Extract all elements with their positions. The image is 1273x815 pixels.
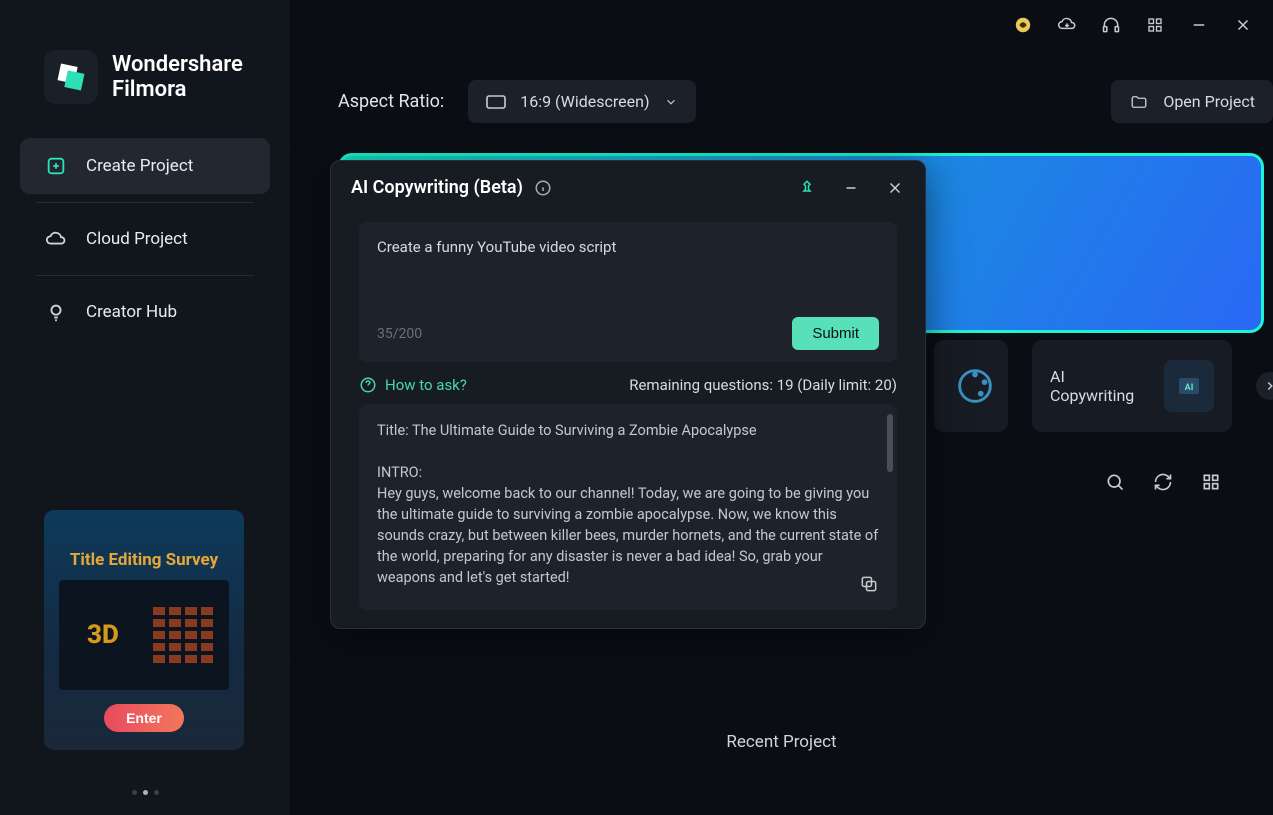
pin-icon[interactable] bbox=[797, 178, 817, 198]
result-box: Title: The Ultimate Guide to Surviving a… bbox=[359, 404, 897, 610]
scrollbar[interactable] bbox=[887, 414, 893, 472]
survey-thumb-grid bbox=[153, 607, 213, 663]
recent-project-label: Recent Project bbox=[290, 732, 1273, 752]
feature-card-ai-copywriting[interactable]: AI Copywriting AI bbox=[1032, 340, 1232, 432]
aspect-ratio-value: 16:9 (Widescreen) bbox=[520, 92, 649, 111]
sidebar-item-cloud-project[interactable]: Cloud Project bbox=[20, 211, 270, 267]
divider bbox=[36, 202, 254, 203]
copy-icon[interactable] bbox=[859, 574, 881, 596]
aspect-ratio-select[interactable]: 16:9 (Widescreen) bbox=[468, 80, 695, 123]
divider bbox=[36, 275, 254, 276]
close-icon[interactable] bbox=[1233, 15, 1253, 35]
chevron-right-icon bbox=[1263, 379, 1273, 393]
title-bar bbox=[290, 0, 1273, 50]
filmora-logo-icon bbox=[44, 50, 98, 104]
sidebar: Wondershare Filmora Create Project Cloud… bbox=[0, 0, 290, 815]
open-project-label: Open Project bbox=[1163, 92, 1255, 111]
sidebar-item-label: Cloud Project bbox=[86, 229, 188, 249]
headset-icon[interactable] bbox=[1101, 15, 1121, 35]
help-row: How to ask? Remaining questions: 19 (Dai… bbox=[359, 376, 897, 394]
open-project-button[interactable]: Open Project bbox=[1111, 80, 1273, 123]
survey-preview: 3D bbox=[59, 580, 229, 690]
grid-view-icon[interactable] bbox=[1201, 472, 1221, 496]
cloud-icon bbox=[44, 227, 68, 251]
svg-text:AI: AI bbox=[1185, 383, 1194, 393]
search-icon[interactable] bbox=[1105, 472, 1125, 496]
top-row: Aspect Ratio: 16:9 (Widescreen) Open Pro… bbox=[338, 80, 1273, 123]
app-name-1: Wondershare bbox=[112, 52, 243, 77]
question-circle-icon bbox=[359, 376, 377, 394]
sidebar-item-label: Creator Hub bbox=[86, 302, 177, 322]
refresh-icon[interactable] bbox=[1153, 472, 1173, 496]
prompt-box: Create a funny YouTube video script 35/2… bbox=[359, 222, 897, 362]
widescreen-icon bbox=[486, 95, 506, 109]
dialog-close-icon[interactable] bbox=[885, 178, 905, 198]
result-text[interactable]: Title: The Ultimate Guide to Surviving a… bbox=[377, 420, 879, 610]
survey-3d-badge: 3D bbox=[87, 620, 119, 650]
coin-icon[interactable] bbox=[1013, 15, 1033, 35]
prompt-input[interactable]: Create a funny YouTube video script bbox=[377, 238, 879, 283]
feature-label: AI Copywriting bbox=[1050, 367, 1150, 405]
bulb-icon bbox=[44, 300, 68, 324]
remaining-questions: Remaining questions: 19 (Daily limit: 20… bbox=[629, 376, 897, 394]
survey-card[interactable]: Title Editing Survey 3D Enter bbox=[44, 510, 244, 750]
ai-copywriting-dialog: AI Copywriting (Beta) Create a funny You… bbox=[330, 160, 926, 629]
minimize-icon[interactable] bbox=[1189, 15, 1209, 35]
app-logo: Wondershare Filmora bbox=[0, 0, 290, 134]
feature-next-button[interactable] bbox=[1256, 372, 1273, 400]
sidebar-item-creator-hub[interactable]: Creator Hub bbox=[20, 284, 270, 340]
folder-icon bbox=[1129, 93, 1149, 111]
dialog-title: AI Copywriting (Beta) bbox=[351, 177, 523, 198]
dialog-header: AI Copywriting (Beta) bbox=[331, 161, 925, 208]
carousel-dots[interactable] bbox=[0, 790, 290, 795]
submit-button[interactable]: Submit bbox=[792, 317, 879, 350]
sidebar-item-create-project[interactable]: Create Project bbox=[20, 138, 270, 194]
feature-card-partial[interactable] bbox=[934, 340, 1008, 432]
project-action-icons bbox=[1105, 472, 1221, 496]
how-to-ask-link[interactable]: How to ask? bbox=[359, 376, 467, 394]
how-to-ask-label: How to ask? bbox=[385, 376, 467, 394]
survey-enter-button[interactable]: Enter bbox=[104, 704, 184, 732]
dialog-minimize-icon[interactable] bbox=[841, 178, 861, 198]
aspect-ratio-label: Aspect Ratio: bbox=[338, 91, 444, 112]
cloud-download-icon[interactable] bbox=[1057, 15, 1077, 35]
sidebar-item-label: Create Project bbox=[86, 156, 193, 176]
info-icon[interactable] bbox=[533, 178, 553, 198]
plus-square-icon bbox=[44, 154, 68, 178]
grid-icon[interactable] bbox=[1145, 15, 1165, 35]
survey-title: Title Editing Survey bbox=[70, 550, 218, 570]
char-counter: 35/200 bbox=[377, 326, 422, 342]
app-name-2: Filmora bbox=[112, 77, 243, 102]
chevron-down-icon bbox=[664, 95, 678, 109]
ai-copywriting-icon: AI bbox=[1164, 360, 1214, 412]
film-reel-icon bbox=[952, 362, 998, 410]
